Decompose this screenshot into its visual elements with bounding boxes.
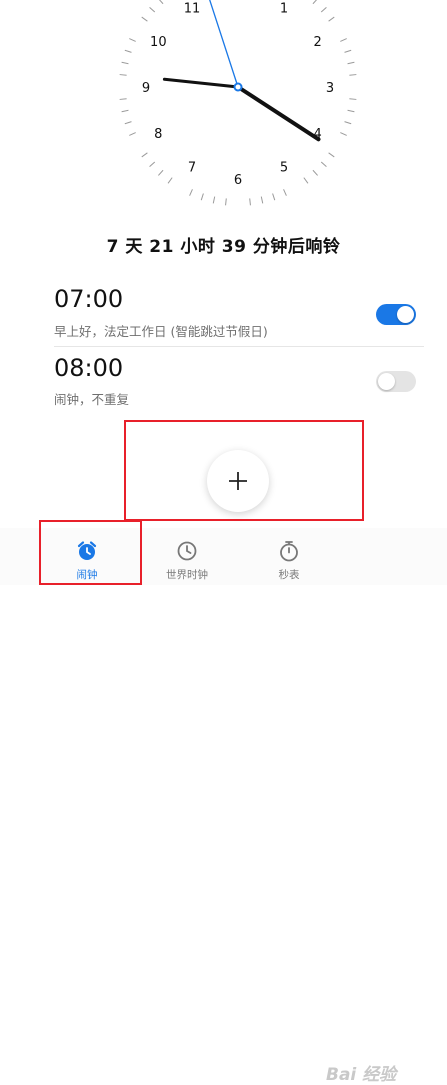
clock-tick <box>328 16 335 22</box>
alarm-description: 闹钟，不重复 <box>54 392 130 407</box>
world-clock-icon <box>177 541 197 561</box>
clock-numeral: 6 <box>234 173 242 188</box>
clock-tick <box>349 74 357 76</box>
clock-numeral: 9 <box>142 81 150 96</box>
clock-numerals: 121234567891011 <box>142 0 334 188</box>
clock-tick <box>320 161 327 167</box>
clock-tick <box>312 169 318 176</box>
hour-hand <box>236 85 321 142</box>
stopwatch-icon <box>280 541 298 562</box>
clock-tick <box>119 74 127 76</box>
alarm-time: 07:00 <box>54 285 124 313</box>
nav-tab-label: 世界时钟 <box>166 569 208 581</box>
clock-tick <box>119 98 127 100</box>
clock-numeral: 7 <box>188 161 196 176</box>
alarm-toggle[interactable] <box>376 304 416 325</box>
minute-hand <box>162 77 240 89</box>
clock-tick <box>167 177 173 184</box>
clock-numeral: 8 <box>154 127 162 142</box>
clock-numeral: 12 <box>230 0 247 4</box>
clock-tick <box>121 61 129 65</box>
clock-tick <box>249 198 251 206</box>
alarm-toggle[interactable] <box>376 371 416 392</box>
second-hand <box>209 0 239 88</box>
clock-tick <box>149 161 156 167</box>
clock-tick <box>328 152 335 158</box>
clock-tick <box>260 196 264 204</box>
clock-tick <box>121 109 129 113</box>
clock-tick <box>347 61 355 65</box>
clock-numeral: 5 <box>280 161 288 176</box>
clock-tick <box>349 98 357 100</box>
clock-tick <box>340 132 347 136</box>
nav-tab-world-clock[interactable]: 世界时钟 <box>137 528 237 585</box>
clock-tick <box>129 132 136 136</box>
clock-numeral: 11 <box>184 1 201 16</box>
alarm-time: 08:00 <box>54 354 124 382</box>
clock-tick <box>340 38 347 42</box>
clock-numeral: 3 <box>326 81 334 96</box>
clock-tick <box>344 121 352 125</box>
alarm-countdown-text: 7 天 21 小时 39 分钟后响铃 <box>106 237 341 257</box>
clock-tick <box>347 109 355 113</box>
clock-tick <box>344 49 352 53</box>
nav-tab-label: 秒表 <box>278 569 300 581</box>
alarm-description: 早上好，法定工作日 (智能跳过节假日) <box>54 324 268 339</box>
clock-tick <box>320 7 327 13</box>
clock-tick <box>200 193 204 201</box>
analog-clock: 121234567891011 <box>119 0 357 206</box>
nav-tab-stopwatch[interactable]: 秒表 <box>239 528 339 585</box>
watermark: Bai 经验 <box>326 1065 397 1085</box>
highlight-box-alarm-tab <box>39 520 142 585</box>
clock-tick <box>312 0 318 5</box>
clock-center-dot <box>233 82 243 92</box>
clock-tick <box>149 7 156 13</box>
highlight-box-add-button <box>124 420 364 521</box>
clock-numeral: 2 <box>314 35 322 50</box>
clock-tick <box>124 121 132 125</box>
clock-numeral: 1 <box>280 1 288 16</box>
clock-numeral: 10 <box>150 35 167 50</box>
clock-tick <box>158 0 164 5</box>
clock-tick <box>212 196 216 204</box>
clock-tick <box>303 177 309 184</box>
clock-tick <box>283 189 287 196</box>
clock-tick <box>189 189 193 196</box>
clock-tick <box>158 169 164 176</box>
divider <box>54 346 424 347</box>
clock-tick <box>272 193 276 201</box>
clock-tick <box>225 198 227 206</box>
clock-tick <box>129 38 136 42</box>
clock-tick <box>141 16 148 22</box>
clock-tick <box>141 152 148 158</box>
clock-tick <box>124 49 132 53</box>
